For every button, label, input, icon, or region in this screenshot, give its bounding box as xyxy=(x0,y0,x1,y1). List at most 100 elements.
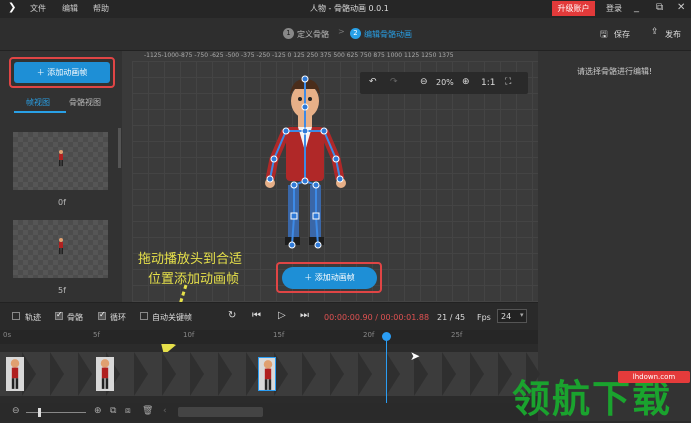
zoom-in-icon[interactable]: ⊕ xyxy=(462,77,470,87)
check-icon: ✓ xyxy=(99,310,106,319)
loop-label: 循环 xyxy=(110,313,126,322)
step-separator: > xyxy=(338,27,345,36)
playhead[interactable] xyxy=(386,333,387,403)
track-chevron xyxy=(498,352,512,396)
plus-icon: ＋ xyxy=(36,68,48,77)
chevron-down-icon: ▾ xyxy=(520,311,524,319)
watermark-url: lhdown.com xyxy=(618,371,690,383)
timeline-tick: 20f xyxy=(363,331,375,339)
track-chevron xyxy=(190,352,204,396)
scroll-left-icon[interactable]: ‹ xyxy=(163,406,167,416)
step2-number: 2 xyxy=(350,28,361,39)
fit-screen-icon[interactable]: ⛶ xyxy=(505,77,511,87)
window-title: 人物 - 骨骼动画 0.0.1 xyxy=(310,4,389,13)
track-chevron xyxy=(22,352,36,396)
menu-help[interactable]: 帮助 xyxy=(93,3,109,14)
upgrade-account-button[interactable]: 升级账户 xyxy=(552,1,595,16)
minimize-icon[interactable]: _ xyxy=(634,2,639,13)
character-thumbnail-icon xyxy=(263,360,273,390)
fps-label: Fps xyxy=(477,313,491,322)
track-chevron xyxy=(330,352,344,396)
timeline-tick: 0s xyxy=(3,331,12,339)
frame-label: 0f xyxy=(58,198,66,207)
timeline-tick: 5f xyxy=(93,331,100,339)
auto-keyframe-label: 自动关键帧 xyxy=(152,313,192,322)
restore-icon[interactable]: ⧉ xyxy=(656,2,663,13)
checkbox-bones[interactable]: ✓ xyxy=(55,310,63,320)
frame-thumbnail[interactable] xyxy=(13,132,108,190)
play-icon[interactable]: ▷ xyxy=(278,310,286,321)
app-logo-icon: ❯ xyxy=(8,2,17,13)
instruction-line-1: 拖动播放头到合适 xyxy=(138,252,243,267)
plus-icon: ＋ xyxy=(304,273,315,282)
keyframe[interactable] xyxy=(96,357,114,391)
checkbox-trajectory[interactable] xyxy=(12,312,20,320)
canvas-add-frame-button[interactable]: ＋ 添加动画帧 xyxy=(282,267,377,289)
step-bar xyxy=(0,18,691,51)
track-chevron xyxy=(78,352,92,396)
paste-frame-icon[interactable]: ⧈ xyxy=(125,406,131,416)
character-thumbnail-icon xyxy=(59,150,63,166)
previous-frame-icon[interactable]: ⏮ xyxy=(252,310,261,321)
keyframe[interactable] xyxy=(258,357,276,391)
delete-frame-icon[interactable]: 🗑 xyxy=(142,406,153,416)
ruler-ticks: -1125-1000-875 -750 -625 -500 -375 -250 … xyxy=(144,52,454,59)
zoom-out-icon[interactable]: ⊖ xyxy=(420,77,428,87)
close-icon[interactable]: ✕ xyxy=(677,2,685,13)
character-thumbnail-icon xyxy=(10,359,20,389)
copy-frame-icon[interactable]: ⧉ xyxy=(110,406,116,416)
properties-panel xyxy=(538,51,691,421)
frame-label: 5f xyxy=(58,286,66,295)
keyframe[interactable] xyxy=(6,357,24,391)
publish-button[interactable]: 发布 xyxy=(665,29,681,40)
tab-frame-view[interactable]: 帧视图 xyxy=(26,97,50,108)
login-button[interactable]: 登录 xyxy=(606,3,622,14)
track-chevron xyxy=(162,352,176,396)
track-chevron xyxy=(302,352,316,396)
horizontal-ruler: -1125-1000-875 -750 -625 -500 -375 -250 … xyxy=(122,51,538,61)
character-thumbnail-icon xyxy=(59,238,63,254)
checkbox-loop[interactable]: ✓ xyxy=(98,310,106,320)
left-scrollbar[interactable] xyxy=(118,128,121,168)
add-frame-label: 添加动画帧 xyxy=(314,273,355,282)
step1-define-bones[interactable]: 定义骨骼 xyxy=(297,29,329,40)
vertical-ruler xyxy=(122,61,132,302)
tab-bone-view[interactable]: 骨骼视图 xyxy=(69,97,101,108)
redo-icon[interactable]: ↷ xyxy=(390,77,398,87)
next-frame-icon[interactable]: ⏭ xyxy=(300,310,309,321)
actual-size-button[interactable]: 1:1 xyxy=(481,78,495,88)
save-icon: 🖫 xyxy=(600,30,608,40)
track-chevron xyxy=(358,352,372,396)
track-chevron xyxy=(134,352,148,396)
undo-icon[interactable]: ↶ xyxy=(369,77,377,87)
frame-thumbnail[interactable] xyxy=(13,220,108,278)
character-thumbnail-icon xyxy=(100,359,110,389)
loop-refresh-icon[interactable]: ↻ xyxy=(228,310,236,321)
zoom-out-timeline-icon[interactable]: ⊖ xyxy=(12,406,20,416)
zoom-level: 20% xyxy=(436,78,454,87)
save-button[interactable]: 保存 xyxy=(614,29,630,40)
add-frame-label: 添加动画帧 xyxy=(47,68,88,77)
track-chevron xyxy=(442,352,456,396)
track-chevron xyxy=(218,352,232,396)
timeline-scrollbar[interactable] xyxy=(178,407,263,417)
timeline-zoom-slider[interactable] xyxy=(26,412,86,413)
timeline-tick: 10f xyxy=(183,331,195,339)
check-icon: ✓ xyxy=(56,310,63,319)
menu-edit[interactable]: 编辑 xyxy=(62,3,78,14)
checkbox-auto-keyframe[interactable] xyxy=(140,312,148,320)
step1-number: 1 xyxy=(283,28,294,39)
publish-icon: ⇪ xyxy=(651,27,659,37)
add-frame-button[interactable]: ＋ 添加动画帧 xyxy=(14,62,110,83)
character-skeleton[interactable] xyxy=(252,67,362,252)
timeline-tick: 15f xyxy=(273,331,285,339)
active-tab-indicator xyxy=(14,111,66,113)
mouse-cursor-icon: ➤ xyxy=(410,349,421,363)
zoom-in-timeline-icon[interactable]: ⊕ xyxy=(94,406,102,416)
track-chevron xyxy=(470,352,484,396)
playhead-handle[interactable] xyxy=(382,332,391,341)
step2-edit-animation[interactable]: 编辑骨骼动画 xyxy=(364,29,412,40)
trajectory-label: 轨迹 xyxy=(25,313,41,322)
menu-file[interactable]: 文件 xyxy=(30,3,46,14)
timeline-zoom-handle[interactable] xyxy=(38,408,41,417)
